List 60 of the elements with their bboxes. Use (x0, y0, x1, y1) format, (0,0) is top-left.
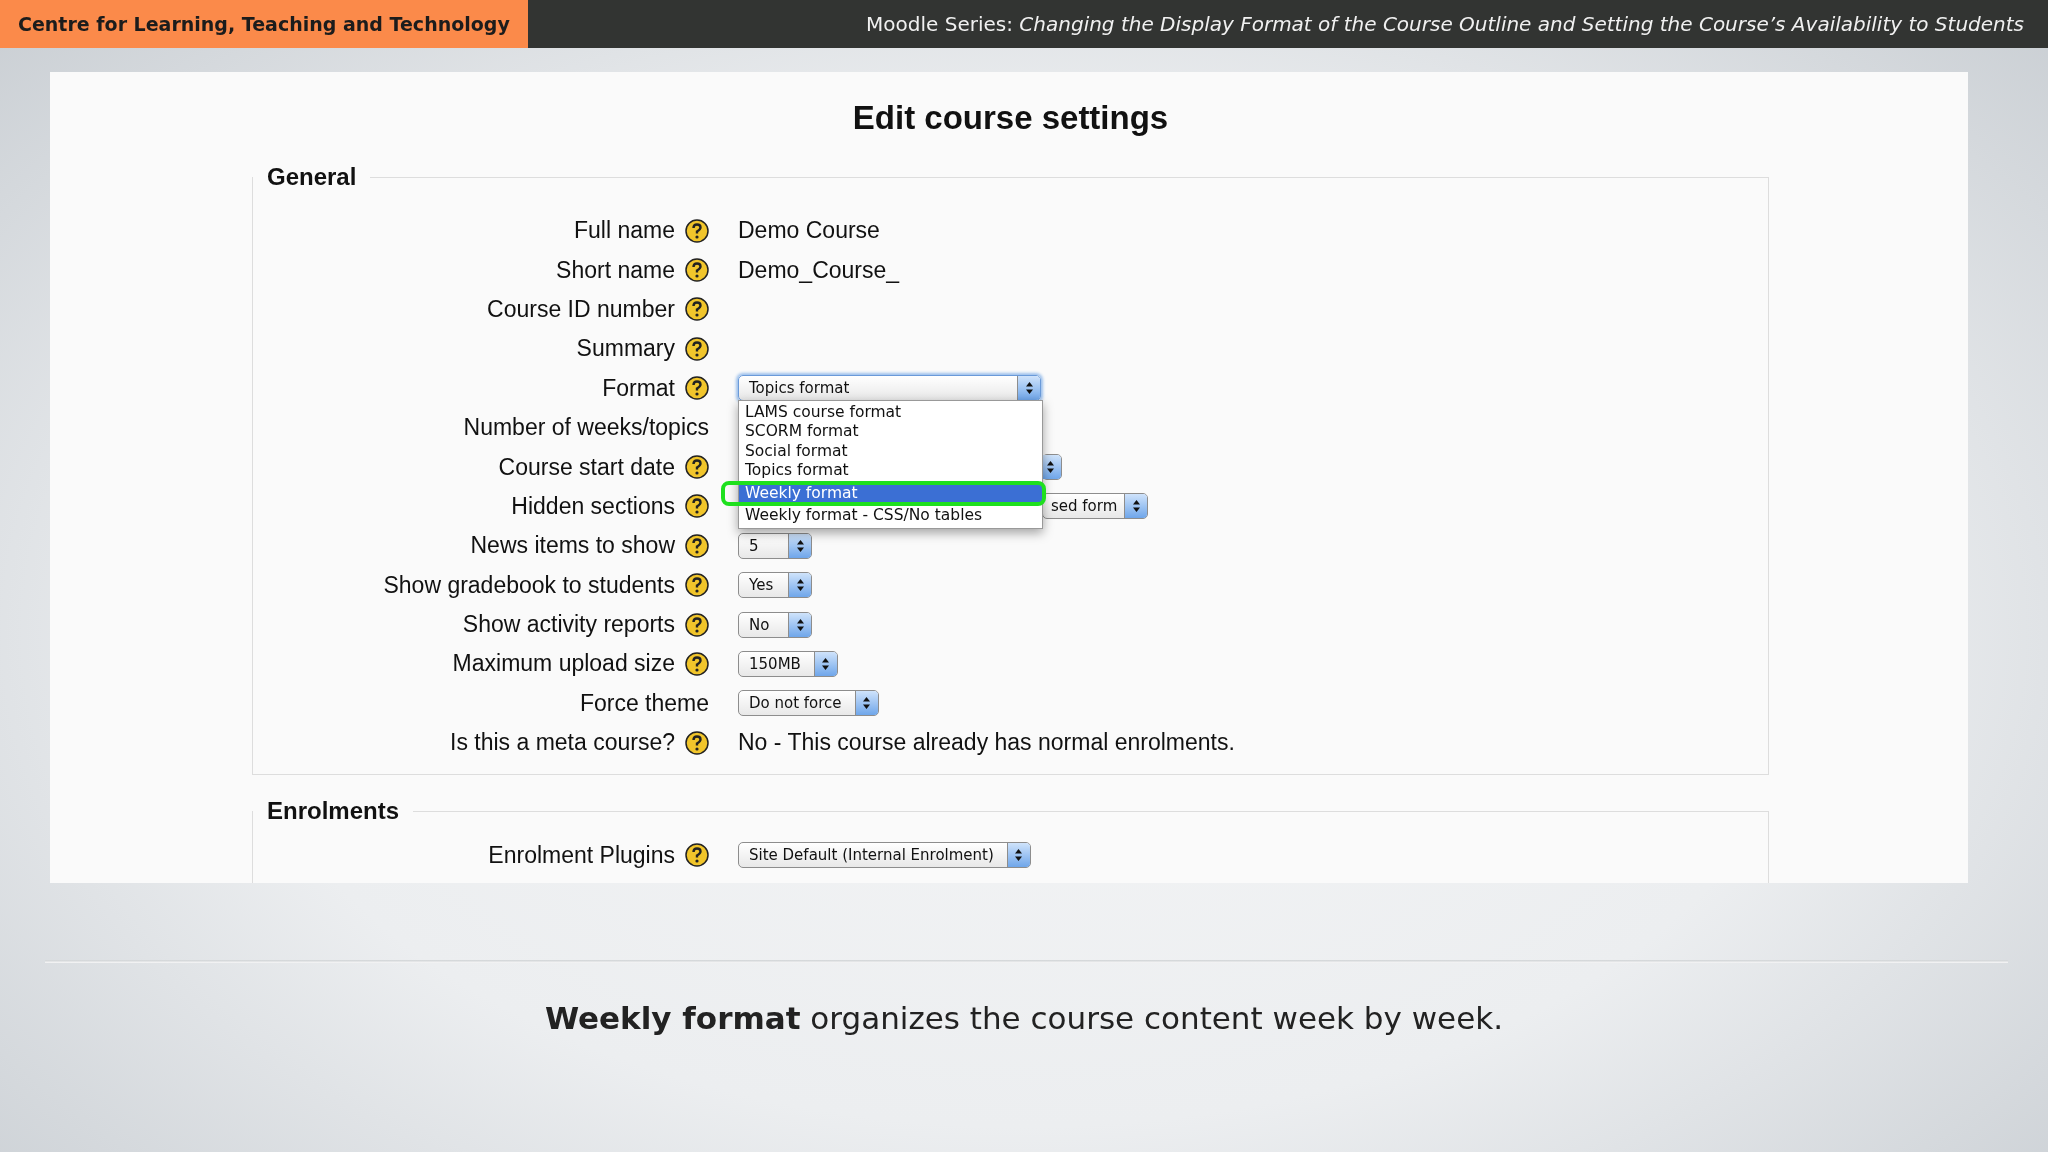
field-value: Demo Course (738, 217, 880, 245)
help-icon[interactable] (685, 297, 709, 322)
help-icon[interactable] (685, 533, 709, 558)
help-icon[interactable] (685, 612, 709, 637)
up-down-arrows-icon (822, 658, 830, 670)
help-icon[interactable] (685, 376, 709, 401)
select-field[interactable]: Do not force (738, 690, 879, 717)
caption: Weekly format organizes the course content week by week. (543, 1000, 1504, 1036)
select-field[interactable]: No (738, 611, 812, 638)
up-down-arrows-icon (1025, 382, 1033, 395)
help-icon[interactable] (685, 843, 709, 868)
help-icon[interactable] (685, 258, 709, 283)
field-label: Show activity reports (461, 611, 675, 639)
dropdown-option[interactable]: LAMS course format (739, 402, 1042, 423)
field-label: Summary (575, 335, 675, 363)
up-down-arrows-icon (796, 539, 804, 552)
field-label: Show gradebook to students (382, 571, 675, 599)
up-down-arrows-icon (1046, 461, 1054, 474)
field-label: Force theme (578, 689, 709, 717)
up-down-arrows-icon (1132, 500, 1140, 513)
dropdown-option[interactable]: SCORM format (739, 422, 1042, 442)
select-field[interactable]: 5 (738, 532, 812, 559)
help-icon[interactable] (685, 494, 709, 519)
help-icon[interactable] (685, 218, 709, 243)
field-label: Course ID number (486, 295, 675, 323)
field-label: Enrolment Plugins (487, 841, 675, 869)
help-icon[interactable] (685, 455, 709, 480)
field-label: Number of weeks/topics (462, 414, 709, 442)
field-label: Short name (555, 256, 675, 284)
help-icon[interactable] (685, 336, 709, 361)
select-field[interactable]: 150MB (738, 651, 838, 677)
select-field[interactable]: Topics format (738, 375, 1041, 402)
select-field[interactable]: sed form (1042, 493, 1149, 520)
field-label: Format (601, 374, 675, 402)
dropdown-option[interactable]: Weekly format - CSS/No tables (739, 506, 1042, 526)
field-label: Full name (573, 217, 675, 245)
help-icon[interactable] (685, 730, 709, 755)
select-field[interactable]: Site Default (Internal Enrolment) (738, 842, 1031, 869)
field-value: No - This course already has normal enrolments. (738, 729, 1235, 757)
series-title: Moodle Series: Changing the Display Format of the Course Outline and Setting the Course’s Availability to Students (866, 12, 2024, 36)
section-legend: General (253, 163, 371, 191)
up-down-arrows-icon (796, 618, 804, 631)
organization-label: Centre for Learning, Teaching and Technology (0, 0, 528, 48)
up-down-arrows-icon (863, 697, 871, 710)
page-title: Edit course settings (851, 98, 1170, 137)
field-label: Course start date (497, 453, 675, 481)
dropdown-option[interactable]: Social format (739, 441, 1042, 462)
field-label: Maximum upload size (451, 650, 675, 678)
select-field[interactable]: Yes (738, 572, 812, 599)
up-down-arrows-icon (796, 579, 804, 592)
field-value: Demo_Course_ (738, 256, 900, 284)
dropdown-option[interactable]: Weekly format (739, 483, 1042, 504)
up-down-arrows-icon (1015, 849, 1023, 862)
field-label: Is this a meta course? (449, 729, 675, 757)
help-icon[interactable] (685, 573, 709, 598)
field-label: Hidden sections (510, 492, 675, 520)
help-icon[interactable] (685, 652, 709, 676)
field-label: News items to show (469, 532, 675, 560)
section-legend: Enrolments (253, 797, 414, 826)
dropdown-option[interactable]: Topics format (739, 461, 1042, 481)
